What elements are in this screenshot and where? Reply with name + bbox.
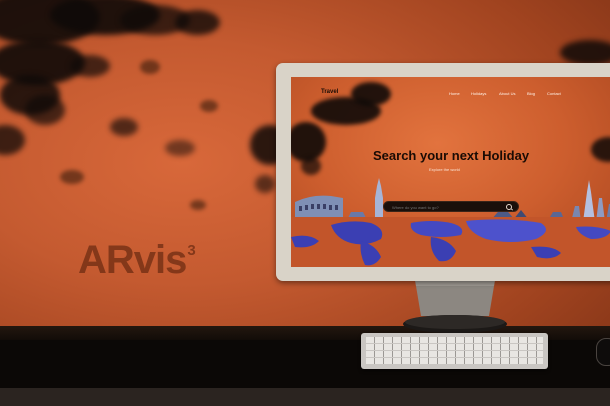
mouse	[596, 338, 610, 366]
website-screen: Travel Home Holidays About Us Blog Conta…	[291, 77, 610, 267]
destination-search-bar[interactable]	[383, 201, 519, 212]
floor	[0, 388, 610, 406]
nav-link-home[interactable]: Home	[449, 91, 460, 96]
hero-title: Search your next Holiday	[373, 148, 530, 163]
brand-logo-text: ARvis	[78, 238, 187, 282]
website-logo[interactable]: Travel	[321, 89, 338, 95]
nav-link-blog[interactable]: Blog	[527, 91, 535, 96]
nav-link-holidays[interactable]: Holidays	[471, 91, 486, 96]
brand-logo: ARvis3	[78, 238, 196, 283]
nav-link-contact[interactable]: Contact	[547, 91, 561, 96]
tower-illustration	[583, 180, 595, 222]
monitor-stand	[403, 280, 507, 333]
brand-logo-superscript: 3	[187, 242, 195, 259]
destination-search-input[interactable]	[392, 205, 502, 210]
search-icon[interactable]	[506, 204, 512, 210]
monitor: Travel Home Holidays About Us Blog Conta…	[276, 63, 610, 281]
statue-illustration	[375, 178, 383, 220]
promo-scene: ARvis3 Travel Home Holidays About Us Blo…	[0, 0, 610, 406]
keyboard-keys	[366, 337, 543, 365]
world-map	[291, 217, 610, 267]
keyboard	[361, 333, 548, 369]
nav-link-about[interactable]: About Us	[499, 91, 515, 96]
